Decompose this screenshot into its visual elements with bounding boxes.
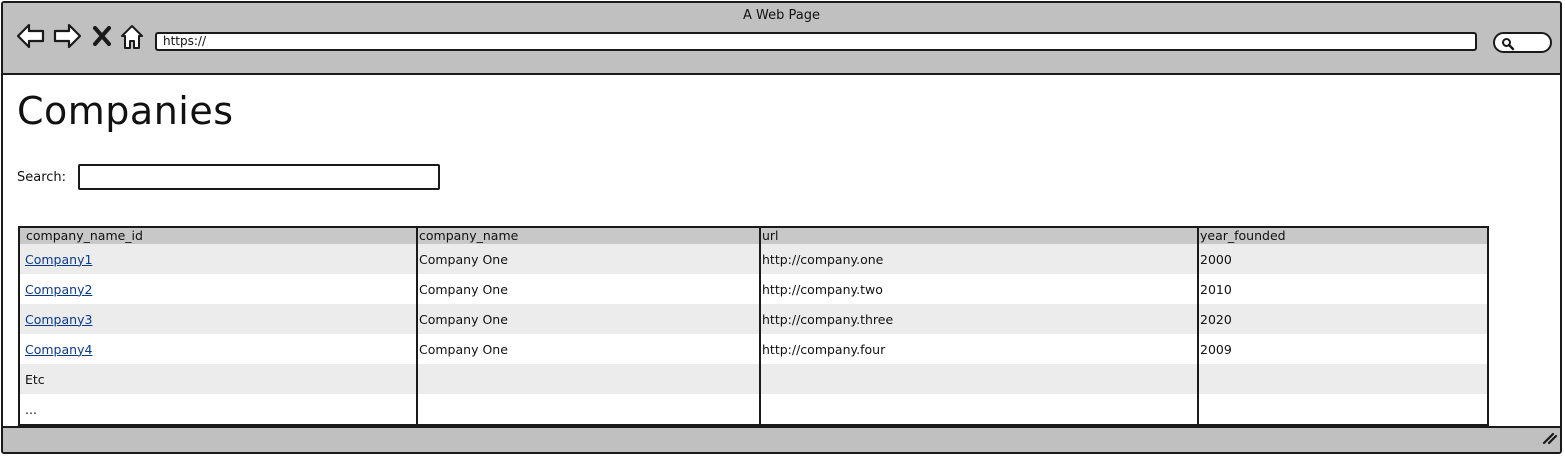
back-arrow-icon[interactable] [16,23,46,53]
year-founded-cell [1197,394,1488,425]
table-row: Etc [19,364,1488,394]
company-link[interactable]: Company3 [25,312,92,327]
table-row: Company4 Company One http://company.four… [19,334,1488,364]
browser-window: A Web Page https:// Companies Search: co… [1,1,1562,454]
company-name-cell: Company One [416,334,760,364]
url-cell: http://company.two [759,274,1198,304]
address-bar[interactable]: https:// [155,32,1477,51]
year-founded-cell: 2020 [1197,304,1488,334]
home-icon[interactable] [119,23,145,55]
company-name-cell: Company One [416,304,760,334]
company-id-cell: Company2 [19,274,417,304]
company-link[interactable]: Company2 [25,282,92,297]
browser-search-box[interactable] [1493,32,1552,53]
year-founded-cell [1197,364,1488,394]
page-content: Companies Search: company_name_id compan… [3,75,1560,426]
company-id-cell: ... [19,394,417,425]
table-header-row: company_name_id company_name url year_fo… [19,227,1488,244]
company-name-cell: Company One [416,274,760,304]
window-title: A Web Page [743,8,820,23]
table-row: Company2 Company One http://company.two … [19,274,1488,304]
search-icon [1502,38,1515,51]
column-header-company-name-id[interactable]: company_name_id [19,227,417,244]
company-id-cell: Etc [19,364,417,394]
search-label: Search: [17,170,67,185]
column-header-company-name[interactable]: company_name [416,227,760,244]
browser-toolbar: A Web Page https:// [3,3,1560,75]
company-name-cell: Company One [416,244,760,274]
companies-table: company_name_id company_name url year_fo… [18,226,1489,426]
page-title: Companies [17,89,234,133]
column-header-url[interactable]: url [759,227,1198,244]
company-name-cell [416,394,760,425]
forward-arrow-icon[interactable] [52,23,82,53]
table-row: Company1 Company One http://company.one … [19,244,1488,274]
company-link[interactable]: Company4 [25,342,92,357]
table-row: Company3 Company One http://company.thre… [19,304,1488,334]
close-x-icon[interactable] [92,25,112,51]
year-founded-cell: 2000 [1197,244,1488,274]
url-cell: http://company.four [759,334,1198,364]
url-cell: http://company.one [759,244,1198,274]
company-id-cell: Company4 [19,334,417,364]
resize-grip-icon[interactable] [1541,430,1558,449]
company-id-cell: Company1 [19,244,417,274]
url-cell [759,364,1198,394]
company-id-cell: Company3 [19,304,417,334]
year-founded-cell: 2010 [1197,274,1488,304]
company-link[interactable]: Company1 [25,252,92,267]
status-bar [3,426,1560,452]
year-founded-cell: 2009 [1197,334,1488,364]
url-cell [759,394,1198,425]
column-header-year-founded[interactable]: year_founded [1197,227,1488,244]
company-name-cell [416,364,760,394]
search-input[interactable] [78,164,440,190]
url-cell: http://company.three [759,304,1198,334]
table-row: ... [19,394,1488,425]
